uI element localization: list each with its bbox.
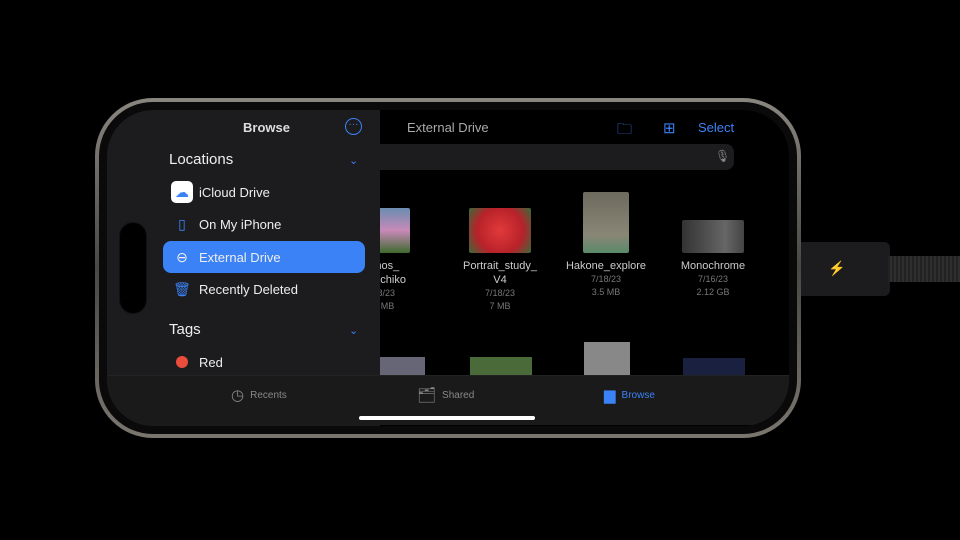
home-indicator[interactable] [359, 416, 535, 420]
chevron-down-icon[interactable]: ⌄ [349, 154, 358, 167]
folder-icon: ▆ [604, 387, 616, 404]
sidebar-item-icloud-drive[interactable]: ☁ iCloud Drive [163, 176, 365, 208]
thumbnail [583, 192, 629, 253]
chevron-down-icon[interactable]: ⌄ [349, 324, 358, 337]
sidebar-title: Browse [243, 120, 290, 135]
tab-shared[interactable]: 🗂 Shared [417, 386, 474, 404]
tab-recents[interactable]: ◷ Recents [231, 386, 287, 404]
drive-icon: ⊖ [176, 248, 188, 265]
more-options-icon[interactable]: ··· [345, 118, 362, 135]
file-item[interactable]: Portrait_study_ V4 7/18/23 7 MB [450, 208, 550, 313]
select-button[interactable]: Select [698, 120, 734, 135]
tab-browse[interactable]: ▆ Browse [604, 386, 655, 404]
red-tag-icon [171, 351, 193, 373]
thumbnail [470, 357, 532, 377]
main-title: External Drive [407, 120, 489, 135]
thunderbolt-icon: ⚡ [828, 260, 846, 276]
iphone-frame: External Drive 🎙 🗀 ⊞ Select osmos_waguch… [95, 98, 801, 438]
file-item[interactable]: Monochrome 7/16/23 2.12 GB [663, 220, 763, 299]
thumbnail [380, 357, 425, 377]
locations-header[interactable]: Locations [169, 151, 233, 168]
sidebar-item-on-my-iphone[interactable]: ▯ On My iPhone [163, 208, 365, 240]
file-item[interactable]: Hakone_explore 7/18/23 3.5 MB [556, 192, 656, 299]
microphone-icon[interactable]: 🎙 [715, 149, 730, 163]
sidebar-item-recently-deleted[interactable]: 🗑 Recently Deleted [163, 273, 365, 305]
phone-icon: ▯ [178, 215, 186, 232]
thumbnail [584, 342, 630, 377]
dynamic-island [119, 222, 147, 314]
tags-header[interactable]: Tags [169, 321, 201, 338]
sidebar-item-tag-red[interactable]: Red [163, 346, 365, 378]
thumbnail [469, 208, 531, 253]
cable-braid [888, 256, 960, 282]
screen: External Drive 🎙 🗀 ⊞ Select osmos_waguch… [107, 110, 789, 426]
clock-icon: ◷ [231, 387, 245, 404]
shared-folder-icon: 🗂 [417, 387, 437, 404]
grid-view-icon[interactable]: ⊞ [663, 119, 676, 137]
new-folder-icon[interactable]: 🗀 [617, 119, 632, 144]
icloud-icon: ☁ [171, 181, 193, 203]
search-field[interactable] [380, 144, 734, 170]
thumbnail [682, 220, 744, 253]
trash-icon: 🗑 [173, 280, 191, 297]
sidebar-item-external-drive[interactable]: ⊖ External Drive [163, 241, 365, 273]
